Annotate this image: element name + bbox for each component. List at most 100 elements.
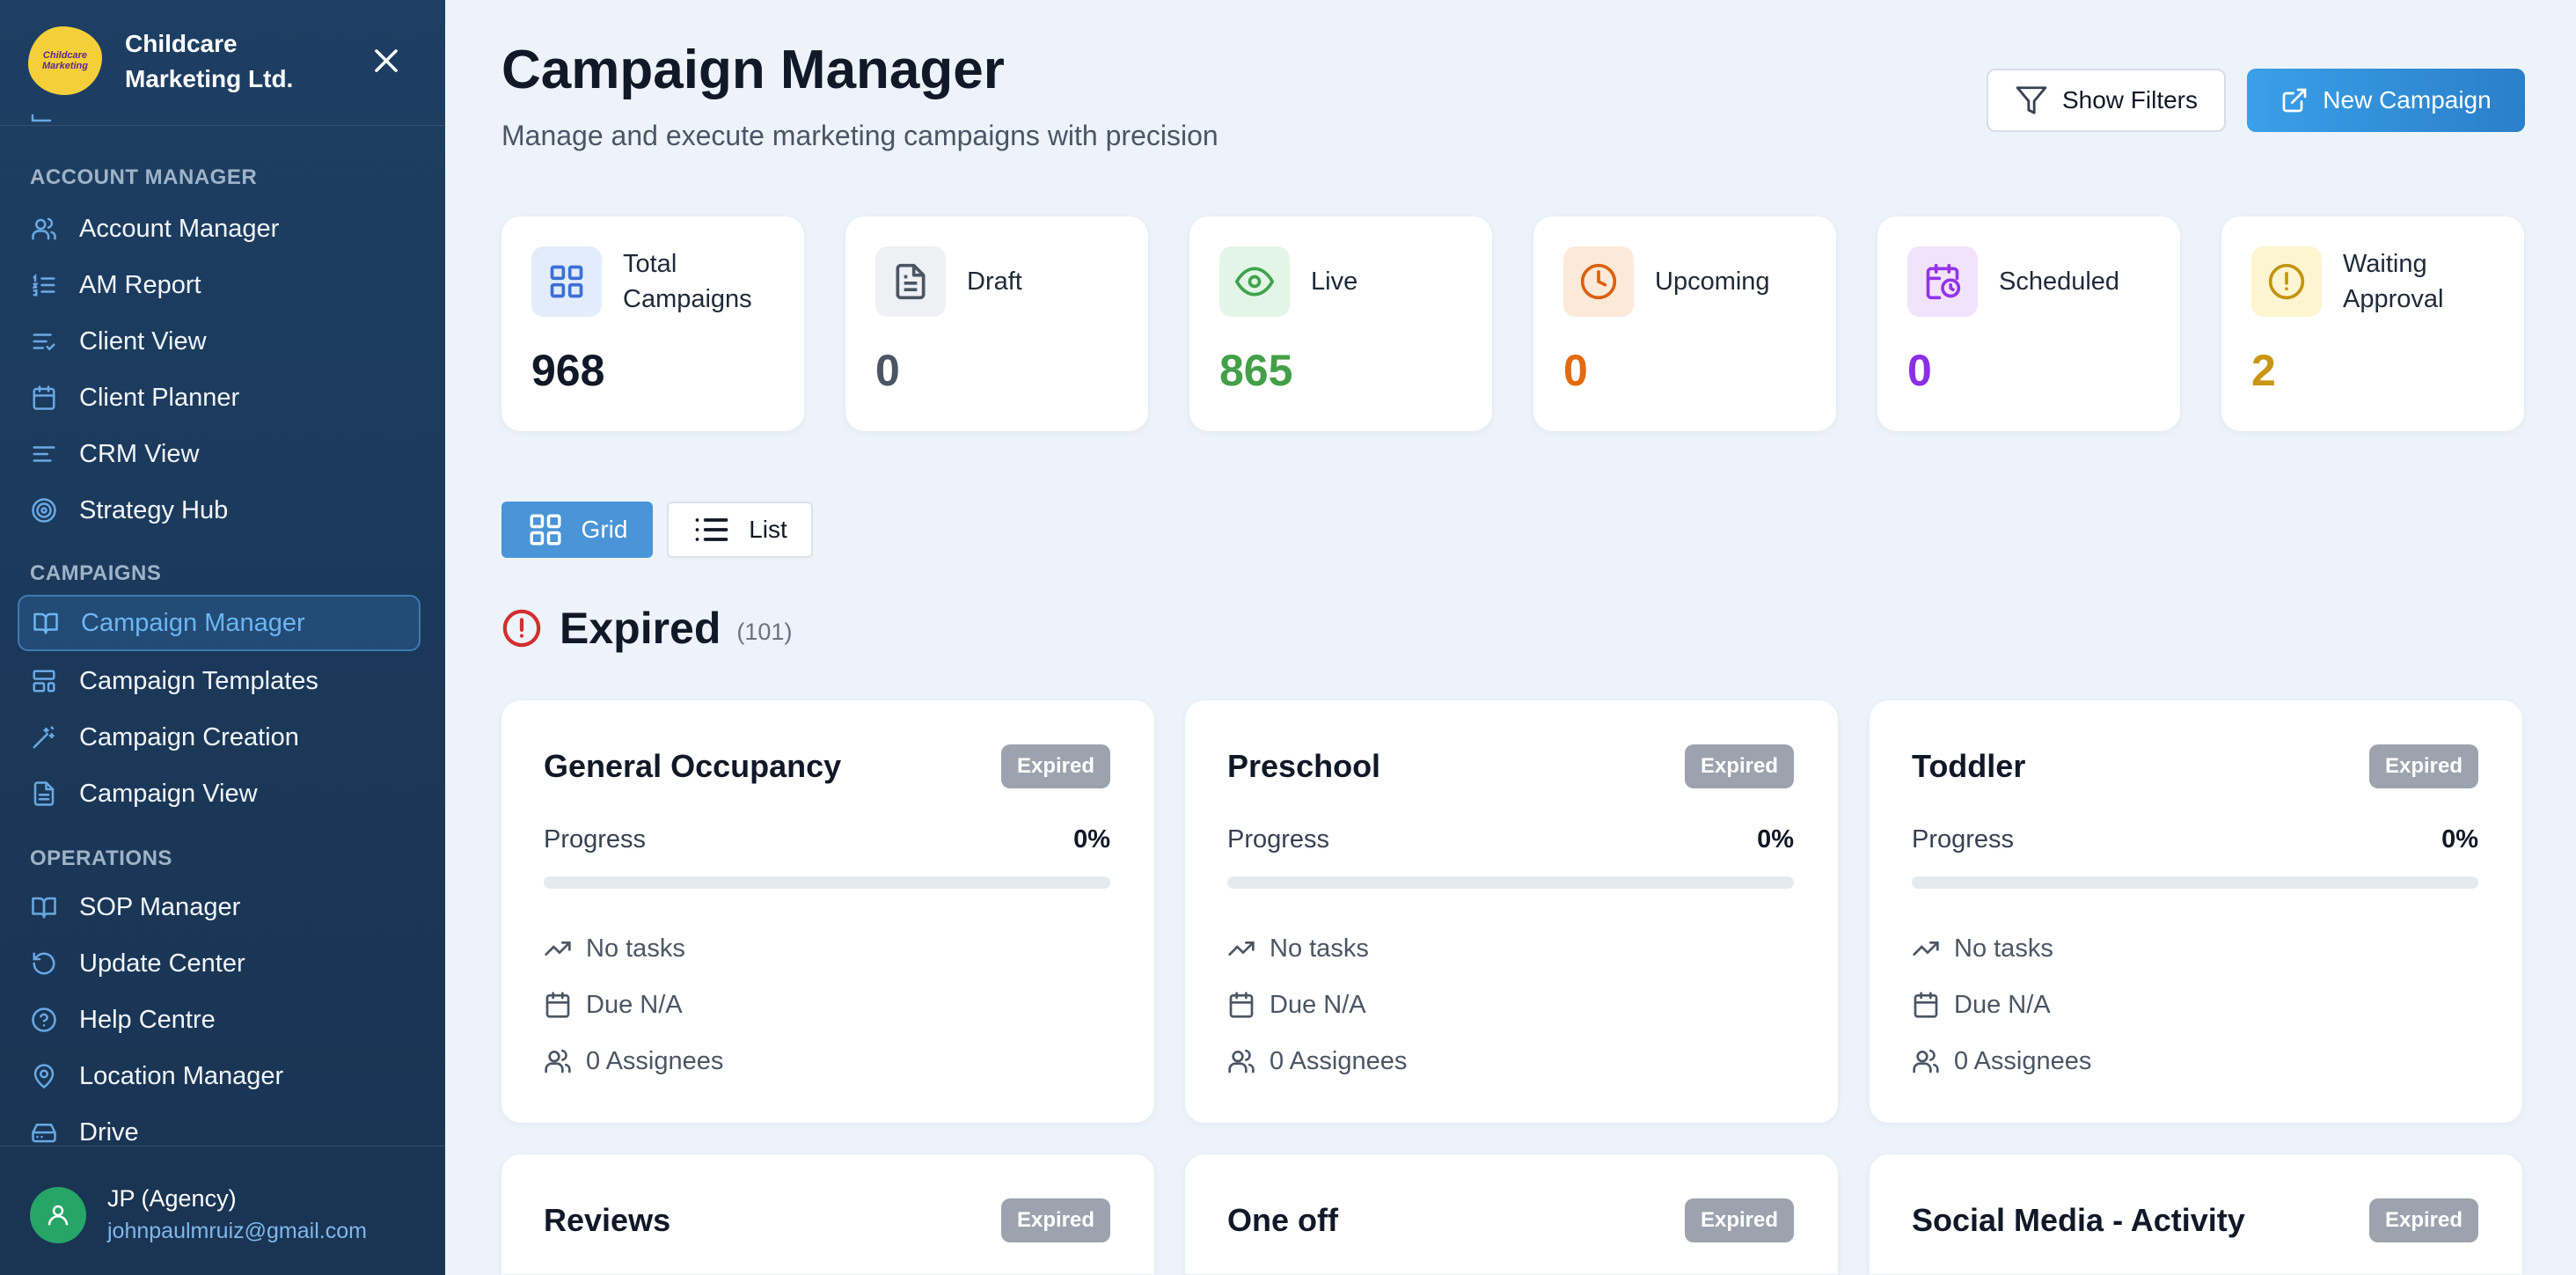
campaign-card[interactable]: General Occupancy Expired Progress 0% No… <box>501 700 1154 1123</box>
logo-text: Childcare Marketing <box>42 50 88 71</box>
sidebar-item-label: Campaign Templates <box>79 666 318 695</box>
status-badge: Expired <box>2368 1198 2478 1242</box>
external-link-icon <box>2282 88 2307 113</box>
progress-value: 0% <box>1757 825 1794 854</box>
campaign-card[interactable]: Preschool Expired Progress 0% No tasks D… <box>1185 700 1838 1123</box>
expired-section-heading: Expired (101) <box>501 602 792 655</box>
users-icon <box>1228 1049 1255 1073</box>
hard-drive-icon <box>30 1118 58 1147</box>
stat-value: 2 <box>2251 346 2276 395</box>
campaign-title: Reviews <box>544 1202 671 1238</box>
sidebar-item-label: Campaign Manager <box>81 608 305 637</box>
eye-icon <box>1219 246 1290 317</box>
sidebar-item-label: Client View <box>79 326 207 355</box>
sidebar-item-label: Account Manager <box>79 214 280 243</box>
sidebar-item-location-manager[interactable]: Location Manager <box>18 1048 421 1104</box>
stat-card-draft: Draft 0 <box>845 216 1148 431</box>
assignees-text: 0 Assignees <box>1270 1046 1408 1075</box>
campaign-card[interactable]: Social Media - Activity Expired <box>1870 1154 2522 1274</box>
user-profile[interactable]: JP (Agency) johnpaulmruiz@gmail.com <box>0 1146 445 1275</box>
stat-card-total-campaigns: Total Campaigns 968 <box>501 216 804 431</box>
users-icon <box>545 1049 571 1073</box>
sidebar-item-client-view[interactable]: Client View <box>18 313 421 370</box>
scrolled-item-icon <box>30 113 53 123</box>
stat-card-waiting-approval: Waiting Approval 2 <box>2221 216 2524 431</box>
stat-label: Live <box>1311 267 1358 296</box>
tasks-row: No tasks <box>1912 931 2053 966</box>
campaign-card[interactable]: Reviews Expired <box>501 1154 1154 1274</box>
sidebar-header: Childcare Marketing Childcare Marketing … <box>0 0 445 126</box>
assignees-row: 0 Assignees <box>1227 1044 1407 1079</box>
stat-card-scheduled: Scheduled 0 <box>1877 216 2180 431</box>
progress-label: Progress <box>544 825 647 854</box>
sidebar-item-am-report[interactable]: AM Report <box>18 257 421 313</box>
new-campaign-button[interactable]: New Campaign <box>2247 69 2525 132</box>
list-check-icon <box>30 327 58 355</box>
campaign-card[interactable]: One off Expired <box>1185 1154 1838 1274</box>
sidebar-item-campaign-creation[interactable]: Campaign Creation <box>18 709 421 766</box>
sidebar-item-campaign-templates[interactable]: Campaign Templates <box>18 653 421 709</box>
alert-circle-icon <box>502 609 541 648</box>
calendar-icon <box>1229 992 1254 1018</box>
file-text-icon <box>875 246 946 317</box>
due-row: Due N/A <box>544 987 683 1022</box>
new-campaign-label: New Campaign <box>2323 86 2492 114</box>
assignees-row: 0 Assignees <box>544 1044 723 1079</box>
campaign-title: Social Media - Activity <box>1912 1202 2245 1238</box>
file-text-icon <box>30 780 58 808</box>
filter-icon <box>2016 86 2047 114</box>
close-icon <box>375 49 398 72</box>
sidebar-item-client-planner[interactable]: Client Planner <box>18 370 421 426</box>
due-row: Due N/A <box>1912 987 2051 1022</box>
sidebar-item-label: Update Center <box>79 949 245 978</box>
stat-value: 968 <box>531 346 605 395</box>
progress-bar <box>544 876 1110 889</box>
section-label-operations: OPERATIONS <box>30 846 172 870</box>
sidebar-item-strategy-hub[interactable]: Strategy Hub <box>18 482 421 539</box>
progress-bar <box>1912 876 2478 889</box>
sidebar-item-label: Campaign View <box>79 779 258 808</box>
assignees-row: 0 Assignees <box>1912 1044 2091 1079</box>
trending-up-icon <box>1228 942 1255 956</box>
trending-up-icon <box>545 942 571 956</box>
user-icon <box>48 1205 69 1226</box>
layout-template-icon <box>30 667 58 695</box>
stat-value: 0 <box>1563 346 1588 395</box>
sidebar-item-account-manager[interactable]: Account Manager <box>18 201 421 257</box>
sidebar: Childcare Marketing Childcare Marketing … <box>0 0 445 1275</box>
tasks-text: No tasks <box>1954 934 2053 963</box>
sidebar-item-drive[interactable]: Drive <box>18 1104 421 1147</box>
wand-icon <box>30 723 58 751</box>
trending-up-icon <box>1913 942 1939 956</box>
sidebar-item-crm-view[interactable]: CRM View <box>18 426 421 482</box>
target-icon <box>30 496 58 524</box>
user-name: JP (Agency) <box>107 1185 237 1212</box>
tasks-text: No tasks <box>586 934 685 963</box>
sidebar-item-campaign-view[interactable]: Campaign View <box>18 766 421 822</box>
close-sidebar-button[interactable] <box>364 39 408 83</box>
sidebar-item-help-centre[interactable]: Help Centre <box>18 992 421 1048</box>
show-filters-button[interactable]: Show Filters <box>1987 69 2226 132</box>
sidebar-item-label: Help Centre <box>79 1005 216 1034</box>
organization-name: Childcare Marketing Ltd. <box>125 30 294 92</box>
list-view-button[interactable]: List <box>667 502 813 558</box>
sidebar-item-campaign-manager[interactable]: Campaign Manager <box>18 595 421 651</box>
sidebar-item-sop-manager[interactable]: SOP Manager <box>18 879 421 935</box>
stat-card-live: Live 865 <box>1189 216 1492 431</box>
grid-icon <box>531 246 602 317</box>
book-icon <box>30 893 58 921</box>
sidebar-item-label: Campaign Creation <box>79 722 299 751</box>
calendar-icon <box>545 992 570 1018</box>
progress-value: 0% <box>1073 825 1110 854</box>
grid-view-label: Grid <box>581 516 628 543</box>
status-badge: Expired <box>1684 744 1794 788</box>
sidebar-item-label: AM Report <box>79 270 201 299</box>
alert-circle-icon <box>2251 246 2322 317</box>
grid-icon <box>530 514 561 546</box>
campaign-card[interactable]: Toddler Expired Progress 0% No tasks Due… <box>1870 700 2522 1123</box>
grid-view-button[interactable]: Grid <box>501 502 653 558</box>
show-filters-label: Show Filters <box>2061 86 2199 114</box>
progress-label: Progress <box>1227 825 1330 854</box>
sidebar-item-update-center[interactable]: Update Center <box>18 935 421 992</box>
stat-value: 865 <box>1219 346 1293 395</box>
